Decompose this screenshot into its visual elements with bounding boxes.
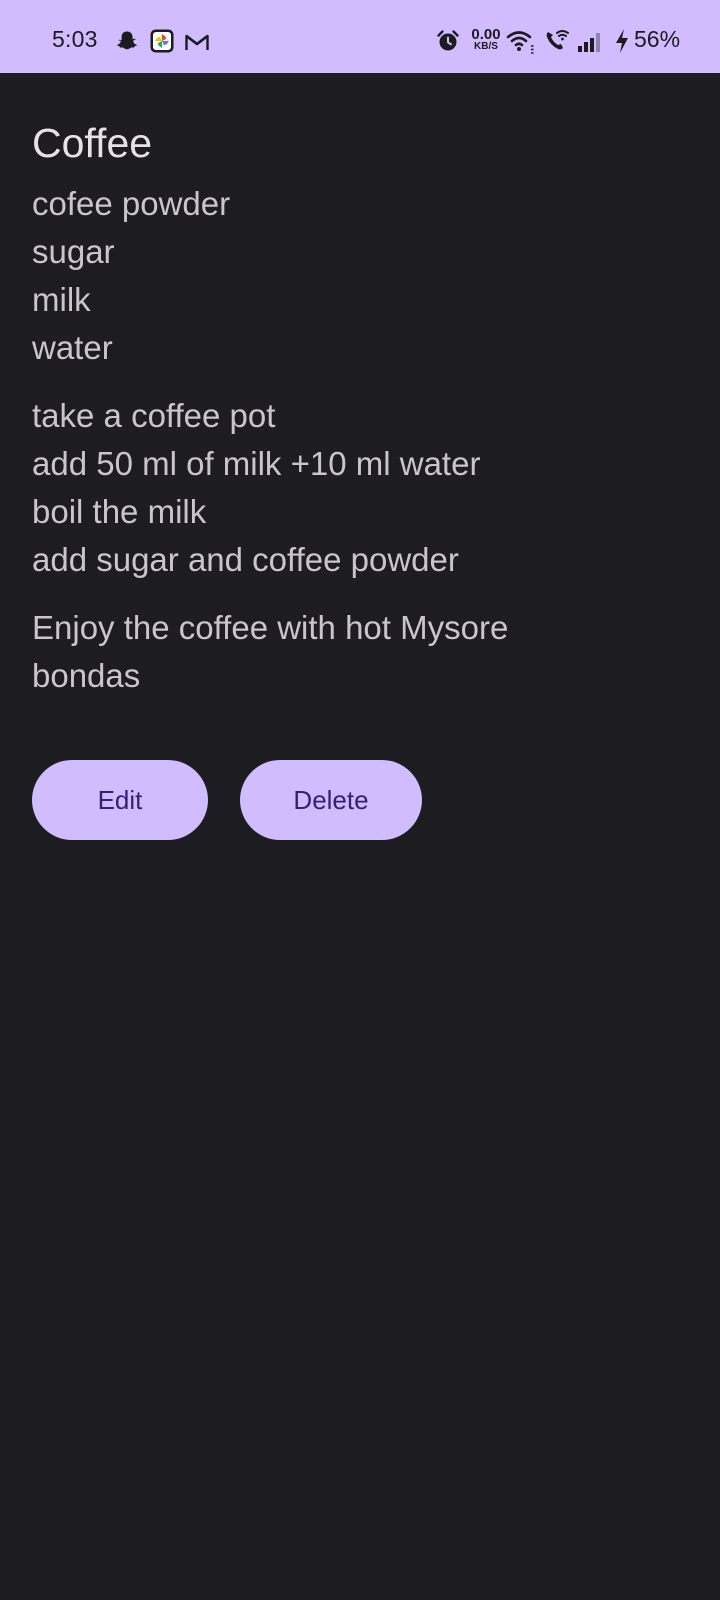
ingredients-list: cofee powder sugar milk water — [32, 180, 688, 372]
steps-list: take a coffee pot add 50 ml of milk +10 … — [32, 392, 688, 584]
edit-button[interactable]: Edit — [32, 760, 208, 840]
gmail-icon — [185, 34, 209, 50]
step-item: take a coffee pot — [32, 397, 276, 434]
note-line: bondas — [32, 657, 141, 694]
ingredient-item: milk — [32, 281, 91, 318]
photos-icon — [150, 29, 174, 53]
step-item: boil the milk — [32, 493, 207, 530]
wifi-call-icon — [546, 30, 569, 50]
delete-button[interactable]: Delete — [240, 760, 422, 840]
step-item: add 50 ml of milk +10 ml water — [32, 445, 481, 482]
recipe-note: Enjoy the coffee with hot Mysore bondas — [32, 604, 632, 700]
ingredient-item: water — [32, 329, 113, 366]
wifi-icon — [506, 31, 534, 54]
action-buttons: Edit Delete — [32, 760, 422, 840]
network-speed-value: 0.00 — [471, 26, 501, 43]
recipe-detail: Coffee cofee powder sugar milk water tak… — [32, 112, 688, 700]
network-speed-unit: KB/S — [474, 41, 498, 52]
step-item: add sugar and coffee powder — [32, 541, 459, 578]
alarm-icon — [437, 30, 459, 51]
signal-icon — [578, 33, 600, 52]
ingredient-item: sugar — [32, 233, 115, 270]
snapchat-icon — [117, 31, 137, 50]
network-speed: 0.00 KB/S — [466, 27, 506, 52]
charging-icon — [616, 29, 628, 53]
status-time: 5:03 — [52, 26, 98, 52]
ingredient-item: cofee powder — [32, 185, 231, 222]
recipe-title: Coffee — [32, 120, 153, 166]
status-bar: 5:03 0.00 KB/S 56% — [0, 0, 720, 73]
battery-percent: 56% — [634, 26, 681, 52]
note-line: Enjoy the coffee with hot Mysore — [32, 609, 509, 646]
